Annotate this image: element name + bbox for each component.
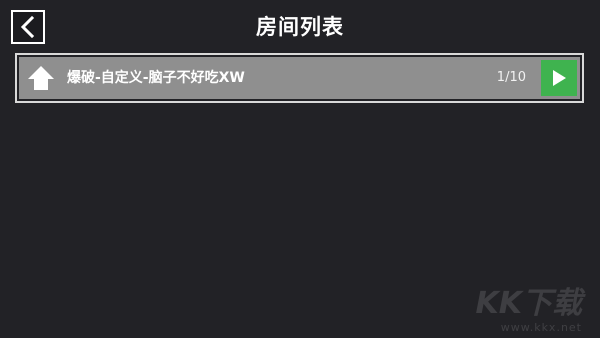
watermark: KK下载 www.kkx.net xyxy=(475,286,583,335)
room-list-item[interactable]: 爆破-自定义-脑子不好吃XW 1/10 xyxy=(15,53,584,103)
room-row-body: 爆破-自定义-脑子不好吃XW 1/10 xyxy=(19,57,580,99)
room-name: 爆破-自定义-脑子不好吃XW xyxy=(67,70,245,86)
watermark-url: www.kkx.net xyxy=(500,321,582,334)
home-icon xyxy=(28,66,54,90)
watermark-logo: KK下载 xyxy=(475,286,583,321)
play-icon xyxy=(553,70,566,86)
page-title: 房间列表 xyxy=(256,15,344,39)
join-room-button[interactable] xyxy=(541,60,577,96)
room-player-count: 1/10 xyxy=(496,70,526,85)
